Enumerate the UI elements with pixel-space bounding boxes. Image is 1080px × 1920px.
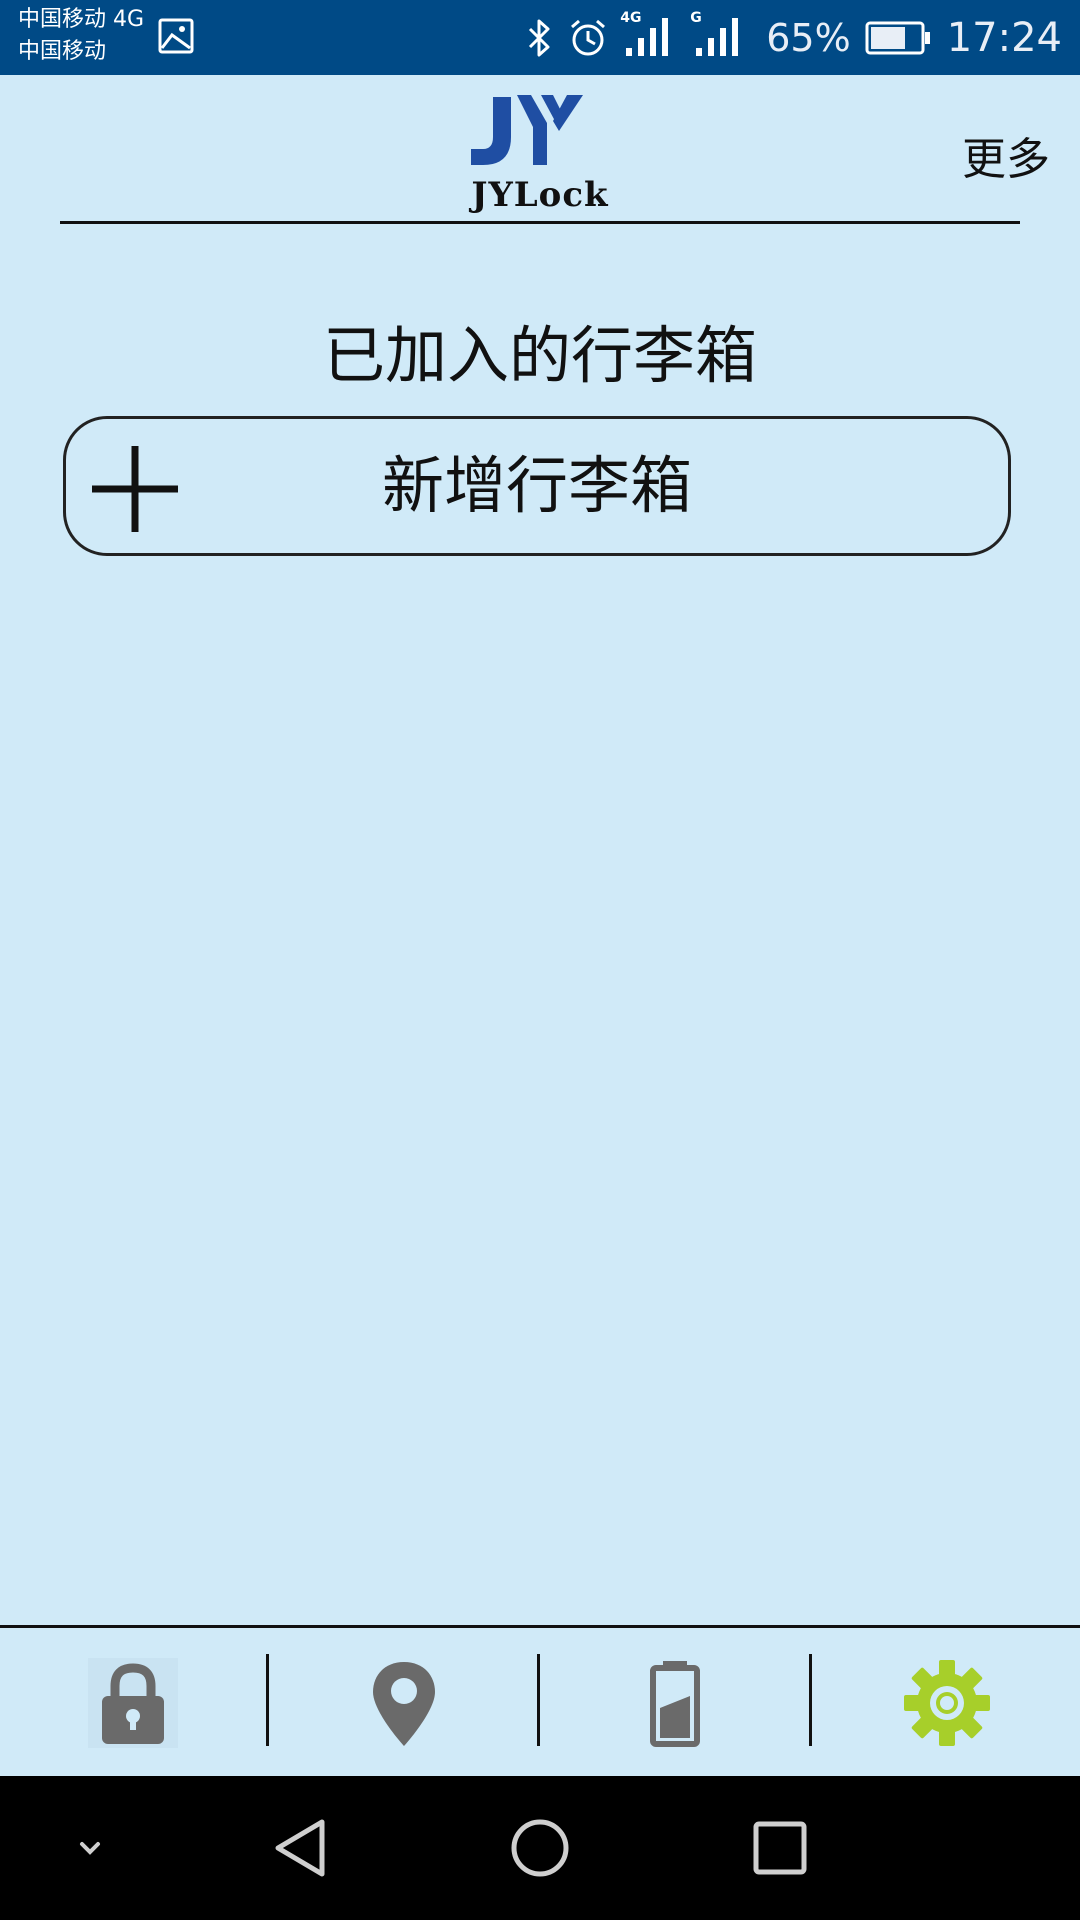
tab-settings[interactable] bbox=[902, 1658, 992, 1748]
bluetooth-icon bbox=[529, 19, 550, 56]
battery-percent: 65% bbox=[766, 15, 851, 60]
tab-separator bbox=[537, 1654, 540, 1746]
battery-icon bbox=[865, 21, 930, 54]
bottom-tab-bar bbox=[0, 1628, 1080, 1776]
network-label-4g: 4G bbox=[620, 9, 642, 26]
tab-battery[interactable] bbox=[630, 1658, 720, 1748]
status-bar: 中国移动 4G 中国移动 4G G 65% 17:24 bbox=[0, 0, 1080, 75]
add-luggage-button[interactable]: 新增行李箱 bbox=[63, 416, 1011, 556]
status-icons: 4G G 65% 17:24 bbox=[512, 0, 1062, 75]
location-pin-icon bbox=[373, 1662, 435, 1746]
tab-location[interactable] bbox=[359, 1658, 449, 1748]
header-divider bbox=[60, 221, 1020, 224]
gear-icon bbox=[904, 1660, 990, 1746]
gallery-icon bbox=[158, 18, 194, 54]
system-nav-bar bbox=[0, 1776, 1080, 1920]
chevron-down-icon[interactable] bbox=[48, 1806, 132, 1890]
battery-icon bbox=[650, 1661, 700, 1747]
signal-4g-wrap: 4G bbox=[620, 10, 678, 62]
status-time: 17:24 bbox=[946, 14, 1062, 61]
network-label-g: G bbox=[690, 9, 702, 26]
home-icon[interactable] bbox=[498, 1806, 582, 1890]
alarm-icon bbox=[571, 19, 606, 55]
carrier-info: 中国移动 4G 中国移动 bbox=[18, 4, 144, 68]
app-header: JYLock 更多 bbox=[0, 75, 1080, 225]
back-icon[interactable] bbox=[258, 1806, 342, 1890]
recents-icon[interactable] bbox=[738, 1806, 822, 1890]
carrier-line-2: 中国移动 bbox=[18, 39, 107, 64]
tab-separator bbox=[266, 1654, 269, 1746]
logo-wordmark: JYLock bbox=[471, 175, 609, 215]
carrier-line-1: 中国移动 4G bbox=[18, 7, 145, 32]
signal-g-wrap: G bbox=[690, 10, 748, 62]
tab-lock[interactable] bbox=[88, 1658, 178, 1748]
tab-separator bbox=[809, 1654, 812, 1746]
add-luggage-label: 新增行李箱 bbox=[381, 449, 692, 522]
app-logo: JYLock bbox=[455, 87, 625, 217]
jy-logo-icon bbox=[471, 95, 583, 165]
page-title: 已加入的行李箱 bbox=[322, 319, 757, 392]
more-button[interactable]: 更多 bbox=[962, 123, 1050, 187]
lock-icon bbox=[88, 1658, 178, 1748]
